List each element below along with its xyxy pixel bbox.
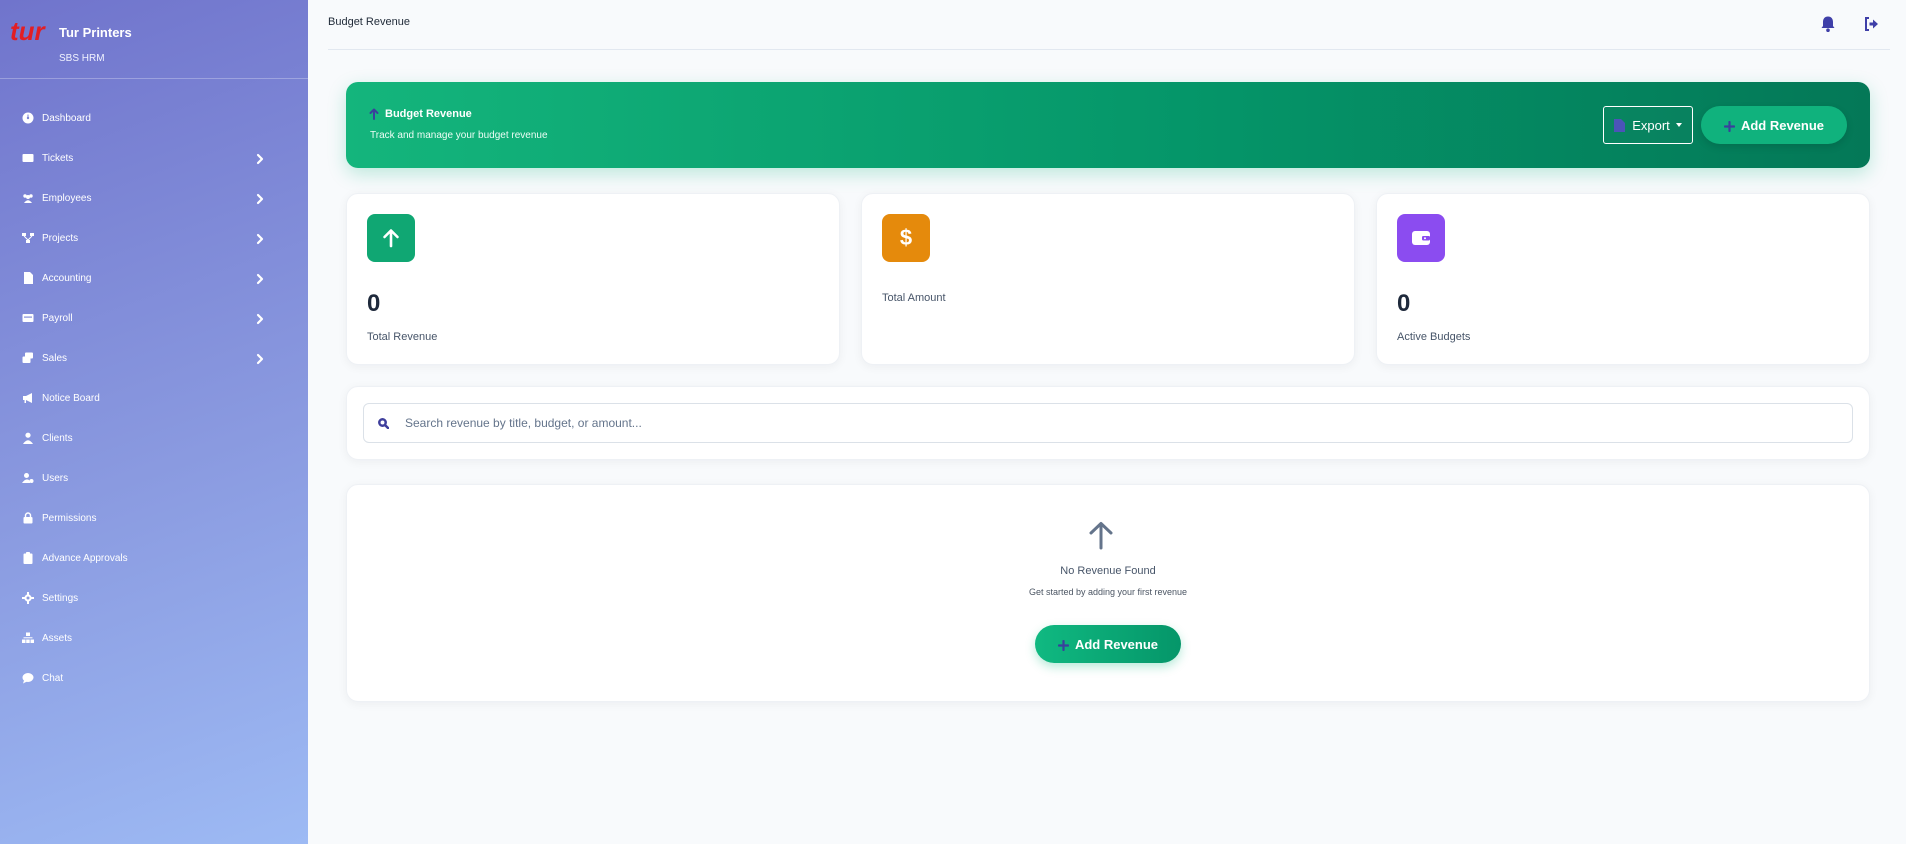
export-label: Export (1632, 117, 1670, 133)
add-revenue-label: Add Revenue (1074, 636, 1159, 652)
stat-label: Total Revenue (367, 331, 438, 343)
sidebar-item-label: Settings (42, 592, 79, 604)
users-group-icon (22, 192, 34, 204)
add-revenue-empty-button[interactable]: Add Revenue (1035, 625, 1181, 663)
stat-card-total-revenue: 0 Total Revenue (346, 193, 840, 365)
sidebar-item-clients[interactable]: Clients (0, 418, 308, 458)
sidebar-item-label: Notice Board (42, 392, 100, 404)
file-export-icon (1614, 118, 1626, 132)
sidebar-item-label: Clients (42, 432, 73, 444)
chevron-right-icon (254, 272, 266, 285)
sidebar: tur Tur Printers SBS HRM Dashboard Ticke… (0, 0, 308, 844)
add-revenue-button[interactable]: Add Revenue (1701, 106, 1847, 144)
plus-icon (1057, 639, 1070, 651)
arrow-up-icon (1087, 520, 1115, 550)
sidebar-item-label: Assets (42, 632, 73, 644)
sidebar-item-settings[interactable]: Settings (0, 578, 308, 618)
sidebar-item-label: Tickets (42, 152, 74, 164)
sidebar-item-advance-approvals[interactable]: Advance Approvals (0, 538, 308, 578)
sidebar-item-label: Chat (42, 672, 64, 684)
hero-title: Budget Revenue (368, 108, 472, 120)
hero-subtitle: Track and manage your budget revenue (370, 130, 548, 141)
project-diagram-icon (22, 232, 34, 244)
sidebar-item-label: Advance Approvals (42, 552, 128, 564)
wallet-icon (1397, 214, 1445, 262)
sidebar-item-tickets[interactable]: Tickets (0, 138, 308, 178)
sidebar-item-notice-board[interactable]: Notice Board (0, 378, 308, 418)
stat-card-total-amount: $ Total Amount (861, 193, 1355, 365)
sidebar-item-projects[interactable]: Projects (0, 218, 308, 258)
search-input[interactable] (405, 416, 1805, 430)
sidebar-item-users[interactable]: Users (0, 458, 308, 498)
brand-header: tur Tur Printers SBS HRM (0, 0, 308, 79)
money-card-icon (22, 312, 34, 324)
dollar-icon: $ (882, 214, 930, 262)
sidebar-nav: Dashboard Tickets Employees Projects Acc… (0, 98, 308, 698)
sidebar-item-label: Users (42, 472, 69, 484)
search-card (346, 386, 1870, 460)
user-cog-icon (22, 472, 34, 484)
sidebar-item-label: Sales (42, 352, 68, 364)
hero-title-text: Budget Revenue (385, 108, 472, 120)
sidebar-item-chat[interactable]: Chat (0, 658, 308, 698)
sitemap-icon (22, 632, 34, 644)
megaphone-icon (22, 392, 34, 404)
caret-down-icon (1675, 123, 1682, 127)
search-field[interactable] (363, 403, 1853, 443)
sidebar-item-label: Projects (42, 232, 79, 244)
empty-state-subtitle: Get started by adding your first revenue (1028, 587, 1188, 597)
sidebar-item-label: Accounting (42, 272, 92, 284)
stat-card-active-budgets: 0 Active Budgets (1376, 193, 1870, 365)
sidebar-item-assets[interactable]: Assets (0, 618, 308, 658)
company-logo: tur (10, 18, 47, 46)
sidebar-item-employees[interactable]: Employees (0, 178, 308, 218)
chevron-right-icon (254, 312, 266, 325)
chat-icon (22, 672, 34, 684)
arrow-up-icon (369, 108, 379, 120)
file-icon (22, 272, 34, 284)
sidebar-item-label: Employees (42, 192, 92, 204)
hero-banner: Budget Revenue Track and manage your bud… (346, 82, 1870, 168)
page-title: Budget Revenue (328, 16, 410, 28)
user-icon (22, 432, 34, 444)
logout-icon[interactable] (1862, 15, 1880, 33)
topbar: Budget Revenue (328, 0, 1890, 50)
brand-subtitle: SBS HRM (59, 53, 105, 64)
stat-value: 0 (1397, 290, 1411, 317)
plus-icon (1723, 120, 1736, 132)
stat-label: Active Budgets (1397, 331, 1471, 343)
sidebar-item-label: Payroll (42, 312, 73, 324)
sidebar-item-permissions[interactable]: Permissions (0, 498, 308, 538)
sidebar-item-label: Dashboard (42, 112, 91, 124)
layers-icon (22, 352, 34, 364)
gear-icon (22, 592, 34, 604)
stat-value: 0 (367, 290, 381, 317)
stat-label: Total Amount (882, 292, 946, 304)
chevron-right-icon (254, 152, 266, 165)
chevron-right-icon (254, 352, 266, 365)
clipboard-icon (22, 552, 34, 564)
sidebar-item-accounting[interactable]: Accounting (0, 258, 308, 298)
lock-icon (22, 512, 34, 524)
sidebar-item-sales[interactable]: Sales (0, 338, 308, 378)
svg-text:tur: tur (10, 18, 47, 46)
ticket-icon (22, 152, 34, 164)
chevron-right-icon (254, 232, 266, 245)
search-icon (378, 417, 389, 429)
svg-text:$: $ (900, 227, 912, 249)
bell-icon[interactable] (1819, 15, 1837, 33)
add-revenue-label: Add Revenue (1740, 117, 1825, 133)
arrow-up-icon (367, 214, 415, 262)
chevron-right-icon (254, 192, 266, 205)
sidebar-item-label: Permissions (42, 512, 97, 524)
export-button[interactable]: Export (1603, 106, 1693, 144)
brand-name: Tur Printers (59, 25, 132, 40)
sidebar-item-payroll[interactable]: Payroll (0, 298, 308, 338)
empty-state-title: No Revenue Found (1060, 565, 1156, 577)
sidebar-item-dashboard[interactable]: Dashboard (0, 98, 308, 138)
empty-state-card: No Revenue Found Get started by adding y… (346, 484, 1870, 702)
dashboard-icon (22, 112, 34, 124)
